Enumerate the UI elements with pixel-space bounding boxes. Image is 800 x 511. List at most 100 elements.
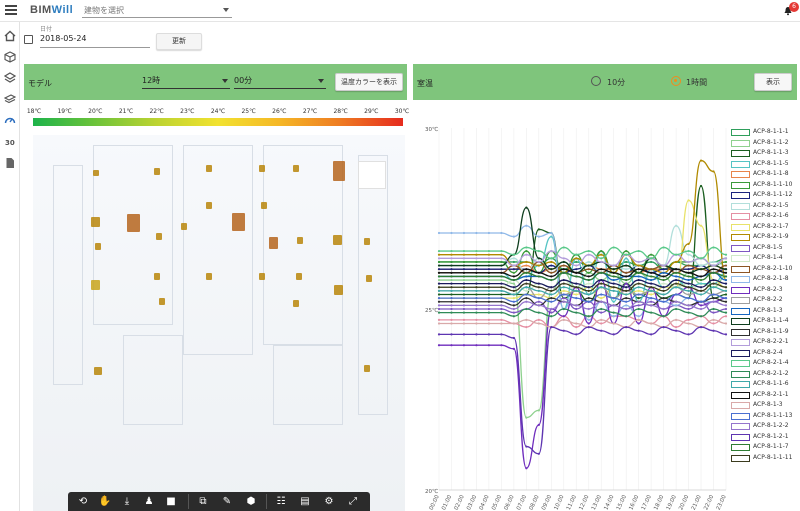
- data-point: [724, 300, 728, 303]
- data-point: [699, 300, 703, 303]
- data-point: [462, 289, 466, 292]
- data-point: [587, 322, 590, 325]
- data-point: [612, 268, 615, 271]
- section-icon[interactable]: ⧉: [196, 495, 210, 508]
- data-point: [600, 278, 603, 282]
- legend-swatch: [731, 402, 750, 409]
- x-tick-label: 06:00: [504, 494, 516, 511]
- walk-icon[interactable]: ♟: [142, 495, 156, 508]
- x-tick-label: 12:00: [578, 494, 590, 511]
- home-icon[interactable]: [4, 30, 16, 42]
- legend-swatch: [731, 444, 750, 451]
- data-point: [724, 257, 728, 260]
- building-select[interactable]: 建物を選択: [82, 2, 232, 18]
- menu-icon[interactable]: [5, 5, 17, 15]
- data-point: [537, 271, 540, 274]
- data-point: [625, 282, 628, 285]
- orbit-icon[interactable]: ⟲: [76, 495, 90, 508]
- data-point: [712, 260, 715, 264]
- data-point: [587, 315, 590, 318]
- measure-icon[interactable]: ✎: [220, 495, 234, 508]
- document-icon[interactable]: [4, 157, 16, 169]
- data-point: [712, 286, 715, 289]
- camera-icon[interactable]: ■: [164, 495, 178, 508]
- data-point: [600, 286, 603, 289]
- data-point: [437, 311, 441, 314]
- data-point: [500, 304, 503, 307]
- update-button[interactable]: 更新: [156, 33, 202, 50]
- data-point: [637, 307, 640, 311]
- hour-select[interactable]: 12時: [142, 74, 230, 89]
- data-point: [687, 253, 690, 256]
- data-point: [450, 289, 453, 292]
- data-point: [550, 231, 553, 235]
- data-point: [500, 271, 503, 274]
- series-line-ACP-8-2-1-4[interactable]: [439, 246, 727, 259]
- gauge-icon[interactable]: [4, 114, 16, 126]
- cube-icon[interactable]: [4, 51, 16, 63]
- data-point: [562, 286, 565, 289]
- properties-icon[interactable]: ▤: [298, 495, 312, 508]
- data-point: [587, 268, 590, 271]
- data-point: [662, 307, 665, 311]
- data-point: [637, 315, 640, 318]
- floor-plan-viewer[interactable]: [33, 135, 405, 511]
- structure-icon[interactable]: ☷: [274, 495, 288, 508]
- data-point: [712, 246, 715, 249]
- data-point: [625, 278, 628, 282]
- data-point: [525, 264, 528, 267]
- data-point: [712, 268, 715, 271]
- layers-icon[interactable]: [4, 72, 16, 84]
- data-point: [650, 286, 653, 289]
- data-point: [662, 293, 665, 296]
- data-point: [562, 293, 565, 296]
- data-point: [450, 307, 453, 311]
- data-point: [437, 307, 441, 311]
- series-line-ACP-8-2-1-2[interactable]: [438, 308, 727, 317]
- hour-value: 12時: [142, 76, 161, 85]
- temp-tick-label: 22℃: [149, 108, 164, 115]
- data-point: [462, 286, 466, 289]
- data-point: [637, 282, 640, 285]
- x-tick-label: 18:00: [653, 494, 665, 511]
- calendar-icon[interactable]: [24, 35, 33, 44]
- pan-hand-icon[interactable]: ✋: [98, 495, 112, 508]
- data-point: [512, 347, 515, 350]
- settings-icon[interactable]: ⚙: [322, 495, 336, 508]
- date-label: 日付: [40, 26, 53, 33]
- radio-10min[interactable]: [591, 76, 601, 86]
- display-button[interactable]: 表示: [754, 73, 792, 91]
- first-person-icon[interactable]: ⤓: [120, 495, 134, 508]
- data-point: [712, 307, 715, 311]
- data-point: [650, 300, 653, 303]
- data-point: [687, 293, 690, 296]
- data-point: [450, 318, 453, 321]
- radio-1hour[interactable]: [671, 76, 681, 86]
- fullscreen-icon[interactable]: ⤢: [346, 495, 360, 508]
- model-browser-icon[interactable]: ⬢: [244, 495, 258, 508]
- data-point: [537, 293, 540, 296]
- date-input[interactable]: 2018-05-24: [40, 34, 150, 48]
- data-point: [625, 253, 628, 256]
- data-point: [500, 286, 503, 289]
- sidebar-item-30[interactable]: 30: [5, 139, 17, 151]
- data-point: [487, 257, 491, 260]
- data-point: [612, 278, 615, 282]
- data-point: [525, 286, 528, 289]
- show-temp-color-button[interactable]: 温度カラーを表示: [335, 73, 403, 91]
- temperature-gradient-bar: [33, 118, 403, 126]
- series-line-ACP-8-1-2-1[interactable]: [439, 326, 727, 455]
- data-point: [699, 257, 703, 260]
- series-line-ACP-8-2-3[interactable]: [439, 279, 727, 469]
- minute-select[interactable]: 00分: [234, 74, 326, 89]
- data-point: [600, 253, 603, 256]
- legend-label: ACP-8-1-1-5: [753, 159, 789, 167]
- data-point: [462, 293, 466, 296]
- stack-icon[interactable]: [4, 93, 16, 105]
- data-point: [674, 278, 678, 282]
- data-point: [437, 293, 441, 296]
- data-point: [512, 264, 515, 267]
- data-point: [500, 333, 503, 336]
- legend-swatch: [731, 202, 750, 210]
- data-point: [625, 286, 628, 289]
